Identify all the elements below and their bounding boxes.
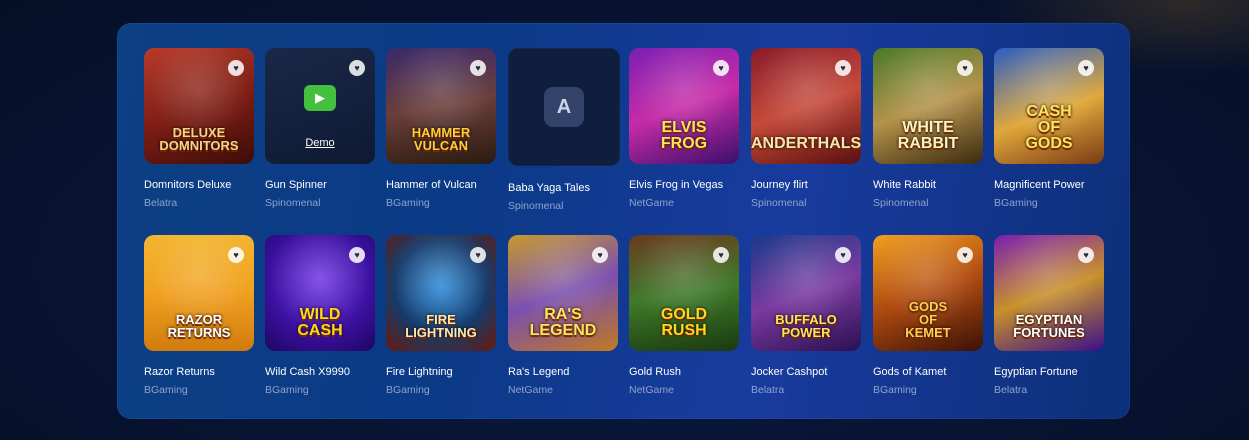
game-title[interactable]: Wild Cash X9990 — [265, 366, 395, 378]
game-thumbnail[interactable]: DELUXE DOMNITORS ♥ — [144, 48, 254, 164]
favorite-heart-icon[interactable]: ♥ — [835, 60, 851, 76]
game-title[interactable]: White Rabbit — [873, 179, 1003, 191]
game-logo: HAMMER VULCAN — [411, 125, 471, 153]
game-provider: NetGame — [508, 384, 553, 396]
play-button[interactable]: ▶ — [304, 85, 336, 111]
games-panel: DELUXE DOMNITORS ♥ Domnitors Deluxe Belatra ▶… — [117, 23, 1130, 419]
game-provider: BGaming — [386, 384, 430, 396]
game-thumbnail[interactable]: BUFFALO POWER ♥ — [751, 235, 861, 351]
game-thumbnail[interactable]: ELVIS FROG ♥ — [629, 48, 739, 164]
game-thumbnail[interactable]: RAZOR RETURNS ♥ — [144, 235, 254, 351]
game-provider: Spinomenal — [873, 197, 929, 209]
game-logo: RAZOR RETURNS — [167, 312, 231, 340]
favorite-heart-icon[interactable]: ♥ — [1078, 247, 1094, 263]
placeholder-icon: A — [544, 87, 584, 127]
favorite-heart-icon[interactable]: ♥ — [349, 247, 365, 263]
game-title[interactable]: Hammer of Vulcan — [386, 179, 516, 191]
favorite-heart-icon[interactable]: ♥ — [957, 60, 973, 76]
favorite-heart-icon[interactable]: ♥ — [713, 60, 729, 76]
game-provider: NetGame — [629, 197, 674, 209]
favorite-heart-icon[interactable]: ♥ — [592, 247, 608, 263]
game-logo: CASH OF GODS — [1025, 103, 1073, 152]
favorite-heart-icon[interactable]: ♥ — [228, 60, 244, 76]
game-title[interactable]: Journey flirt — [751, 179, 881, 191]
game-provider: Spinomenal — [751, 197, 807, 209]
game-logo: RA'S LEGEND — [529, 306, 597, 339]
game-provider: Belatra — [751, 384, 785, 396]
demo-link[interactable]: Demo — [265, 137, 375, 149]
game-provider: Belatra — [144, 197, 178, 209]
game-provider: BGaming — [386, 197, 430, 209]
game-thumbnail[interactable]: GOLD RUSH ♥ — [629, 235, 739, 351]
favorite-heart-icon[interactable]: ♥ — [470, 247, 486, 263]
game-title[interactable]: Fire Lightning — [386, 366, 516, 378]
game-provider: BGaming — [144, 384, 188, 396]
game-provider: BGaming — [873, 384, 917, 396]
game-title[interactable]: Jocker Cashpot — [751, 366, 881, 378]
game-title[interactable]: Gun Spinner — [265, 179, 395, 191]
favorite-heart-icon[interactable]: ♥ — [1078, 60, 1094, 76]
game-title[interactable]: Egyptian Fortune — [994, 366, 1124, 378]
game-thumbnail[interactable]: FIRE LIGHTNING ♥ — [386, 235, 496, 351]
favorite-heart-icon[interactable]: ♥ — [713, 247, 729, 263]
game-thumbnail[interactable]: WHITE RABBIT ♥ — [873, 48, 983, 164]
game-logo: GODS OF KEMET — [905, 299, 951, 340]
favorite-heart-icon[interactable]: ♥ — [835, 247, 851, 263]
game-title[interactable]: Ra's Legend — [508, 366, 638, 378]
game-thumbnail[interactable]: A — [508, 48, 620, 166]
game-logo: ELVIS FROG — [660, 119, 708, 152]
favorite-heart-icon[interactable]: ♥ — [957, 247, 973, 263]
game-provider: NetGame — [629, 384, 674, 396]
game-logo: EGYPTIAN FORTUNES — [1013, 312, 1085, 340]
game-logo: DELUXE DOMNITORS — [159, 125, 239, 153]
game-title[interactable]: Razor Returns — [144, 366, 274, 378]
favorite-heart-icon[interactable]: ♥ — [470, 60, 486, 76]
game-title[interactable]: Gold Rush — [629, 366, 759, 378]
game-logo: WHITE RABBIT — [897, 119, 959, 152]
game-thumbnail[interactable]: RA'S LEGEND ♥ — [508, 235, 618, 351]
game-title[interactable]: Magnificent Power — [994, 179, 1124, 191]
favorite-heart-icon[interactable]: ♥ — [349, 60, 365, 76]
game-provider: Spinomenal — [265, 197, 321, 209]
game-thumbnail[interactable]: GODS OF KEMET ♥ — [873, 235, 983, 351]
game-provider: Spinomenal — [508, 200, 564, 212]
favorite-heart-icon[interactable]: ♥ — [228, 247, 244, 263]
game-title[interactable]: Elvis Frog in Vegas — [629, 179, 759, 191]
game-logo: ANDERTHALS — [751, 135, 861, 152]
game-provider: BGaming — [994, 197, 1038, 209]
game-title[interactable]: Baba Yaga Tales — [508, 182, 638, 194]
game-title[interactable]: Domnitors Deluxe — [144, 179, 274, 191]
game-thumbnail[interactable]: CASH OF GODS ♥ — [994, 48, 1104, 164]
game-provider: Belatra — [994, 384, 1028, 396]
game-thumbnail[interactable]: EGYPTIAN FORTUNES ♥ — [994, 235, 1104, 351]
game-logo: WILD CASH — [297, 306, 343, 339]
game-thumbnail[interactable]: WILD CASH ♥ — [265, 235, 375, 351]
game-thumbnail[interactable]: HAMMER VULCAN ♥ — [386, 48, 496, 164]
game-title[interactable]: Gods of Kamet — [873, 366, 1003, 378]
game-thumbnail[interactable]: ANDERTHALS ♥ — [751, 48, 861, 164]
game-logo: FIRE LIGHTNING — [405, 312, 477, 340]
game-provider: BGaming — [265, 384, 309, 396]
game-logo: BUFFALO POWER — [775, 312, 837, 340]
game-thumbnail[interactable]: ▶ Demo ♥ — [265, 48, 375, 164]
game-logo: GOLD RUSH — [660, 306, 708, 339]
